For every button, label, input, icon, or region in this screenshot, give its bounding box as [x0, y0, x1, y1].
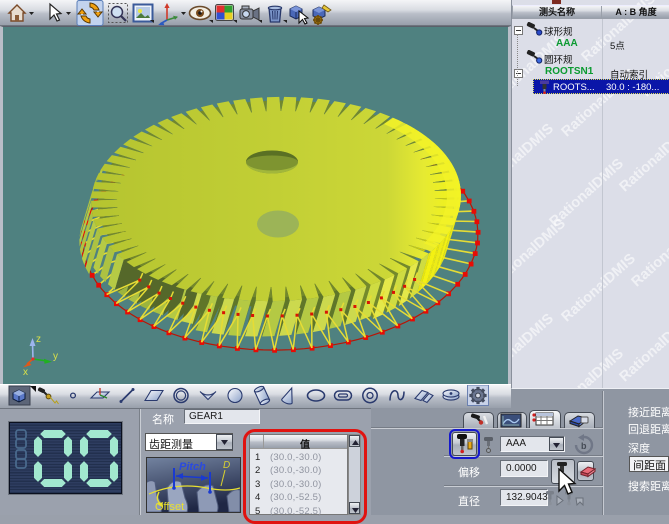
svg-text:Pitch: Pitch	[179, 461, 206, 473]
svg-text:x: x	[23, 367, 28, 378]
svg-text:z: z	[36, 334, 41, 345]
svg-text:y: y	[53, 351, 58, 362]
svg-text:Offset: Offset	[155, 501, 184, 512]
svg-text:D: D	[223, 460, 230, 471]
svg-text:b: b	[581, 441, 587, 451]
